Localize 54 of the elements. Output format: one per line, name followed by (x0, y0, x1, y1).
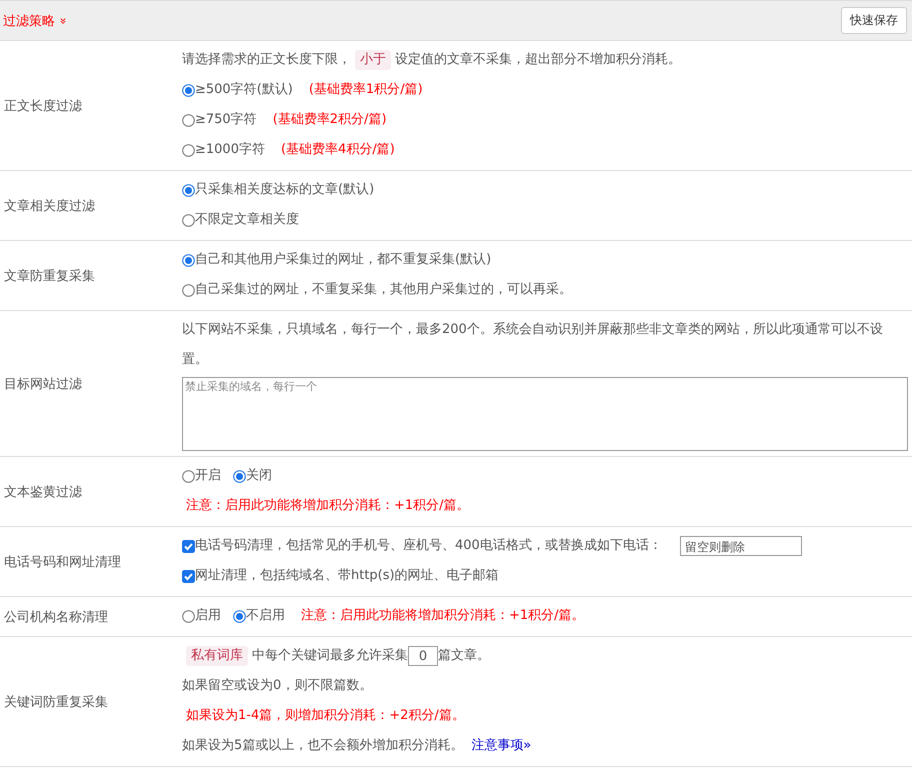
tag-label: 私有词库 (186, 646, 248, 666)
warning-text: (基础费率4积分/篇) (280, 141, 395, 159)
description-text: 篇文章。 (438, 647, 490, 665)
radio-option[interactable]: ≥1000字符 (182, 135, 265, 165)
description-text: 设定值的文章不采集，超出部分不增加积分消耗。 (395, 51, 681, 69)
radio-option[interactable]: ≥500字符(默认) (182, 75, 293, 105)
checkbox[interactable] (182, 540, 195, 552)
description-text: 中每个关键词最多允许采集 (252, 647, 408, 665)
radio-option[interactable]: 不启用 (233, 601, 285, 631)
radio-option[interactable]: 开启 (182, 461, 221, 491)
description-text: 请选择需求的正文长度下限， (182, 51, 351, 69)
setting-label: 电话号码和网址清理 (3, 554, 122, 570)
quick-save-button[interactable]: 快速保存 (841, 7, 907, 34)
description-text: 如果留空或设为0，则不限篇数。 (182, 677, 372, 695)
warning-text: 注意：启用此功能将增加积分消耗：+1积分/篇。 (186, 497, 470, 515)
warning-text: 如果设为1-4篇，则增加积分消耗：+2积分/篇。 (186, 707, 465, 725)
setting-label: 正文长度过滤 (3, 98, 83, 114)
radio-option[interactable]: 只采集相关度达标的文章(默认) (182, 175, 374, 205)
radio-option[interactable]: 启用 (182, 601, 221, 631)
radio-option[interactable]: 不限定文章相关度 (182, 205, 299, 235)
radio-button[interactable] (182, 470, 195, 482)
radio-option[interactable]: 自己采集过的网址，不重复采集，其他用户采集过的，可以再采。 (182, 275, 572, 305)
checkbox[interactable] (182, 570, 195, 582)
radio-button[interactable] (182, 84, 195, 96)
warning-text: (基础费率2积分/篇) (272, 111, 387, 129)
setting-label: 文本鉴黄过滤 (3, 484, 83, 500)
count-input[interactable]: 0 (408, 646, 438, 666)
tag-label: 小于 (355, 50, 391, 70)
notes-link[interactable]: 注意事项» (471, 731, 532, 761)
setting-label: 公司机构名称清理 (3, 608, 109, 626)
warning-text: (基础费率1积分/篇) (308, 81, 423, 99)
description-text: 以下网站不采集，只填域名，每行一个，最多200个。系统会自动识别并屏蔽那些非文章类的网站，所以此项通常可以不设置。 (182, 321, 884, 369)
setting-label: 文章防重复采集 (3, 268, 96, 284)
setting-label: 目标网站过滤 (3, 376, 83, 392)
radio-button[interactable] (182, 144, 195, 156)
radio-button[interactable] (182, 610, 195, 622)
domain-textarea[interactable]: 禁止采集的域名，每行一个 (182, 377, 908, 451)
checkbox-option[interactable]: 电话号码清理，包括常见的手机号、座机号、400电话格式，或替换成如下电话： (182, 531, 662, 561)
radio-button[interactable] (182, 284, 195, 296)
description-text: 如果设为5篇或以上，也不会额外增加积分消耗。 (182, 737, 464, 755)
radio-button[interactable] (182, 184, 195, 196)
radio-button[interactable] (182, 254, 195, 266)
radio-button[interactable] (233, 470, 246, 482)
radio-option[interactable]: 自己和其他用户采集过的网址，都不重复采集(默认) (182, 245, 492, 275)
radio-option[interactable]: ≥750字符 (182, 105, 257, 135)
radio-button[interactable] (233, 610, 246, 622)
phone-input[interactable]: 留空则删除 (680, 536, 802, 556)
radio-option[interactable]: 关闭 (233, 461, 272, 491)
setting-label: 关键词防重复采集 (3, 694, 109, 710)
setting-label: 文章相关度过滤 (3, 198, 96, 214)
warning-text: 注意：启用此功能将增加积分消耗：+1积分/篇。 (301, 607, 585, 625)
radio-button[interactable] (182, 214, 195, 226)
radio-button[interactable] (182, 114, 195, 126)
checkbox-option[interactable]: 网址清理，包括纯域名、带http(s)的网址、电子邮箱 (182, 561, 499, 591)
